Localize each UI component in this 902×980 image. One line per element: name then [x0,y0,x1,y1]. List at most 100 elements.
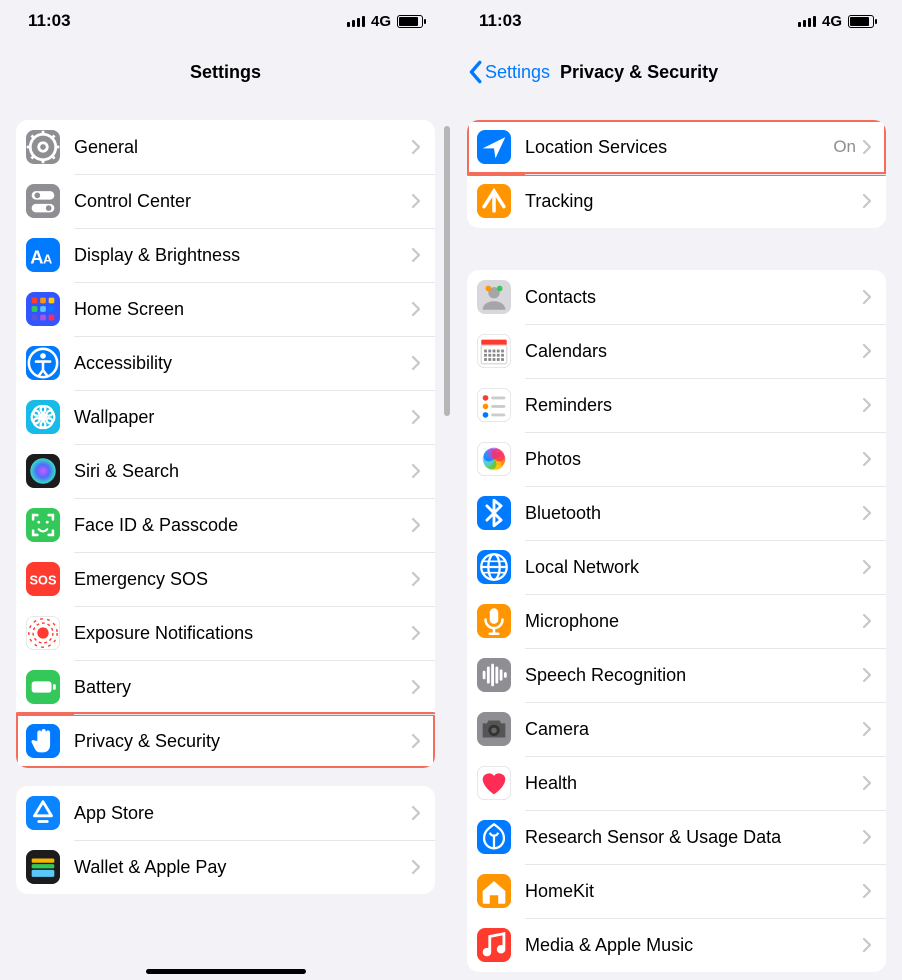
chevron-right-icon [862,193,872,209]
chevron-right-icon [862,829,872,845]
nav-settings: Settings [0,42,451,102]
svg-text:A: A [43,252,52,267]
row-health[interactable]: Health [467,756,886,810]
signal-icon [347,16,365,27]
face-icon [26,508,60,542]
row-accessibility[interactable]: Accessibility [16,336,435,390]
row-privacy-security[interactable]: Privacy & Security [16,714,435,768]
page-title: Privacy & Security [560,62,718,83]
row-app-store[interactable]: App Store [16,786,435,840]
chevron-right-icon [862,613,872,629]
status-bar: 11:03 4G [451,0,902,42]
row-label: Research Sensor & Usage Data [525,827,862,848]
chevron-right-icon [862,937,872,953]
switches-icon [26,184,60,218]
chevron-right-icon [862,397,872,413]
page-title: Settings [190,62,261,83]
row-wallpaper[interactable]: Wallpaper [16,390,435,444]
row-display-brightness[interactable]: AADisplay & Brightness [16,228,435,282]
settings-group-apps: App Store Wallet & Apple Pay [16,786,435,894]
siri-icon [26,454,60,488]
chevron-right-icon [862,343,872,359]
status-time: 11:03 [28,11,71,31]
heart-icon [477,766,511,800]
row-home-screen[interactable]: Home Screen [16,282,435,336]
apps-icon [26,292,60,326]
row-speech-recog[interactable]: Speech Recognition [467,648,886,702]
status-right: 4G [347,13,423,30]
row-contacts[interactable]: Contacts [467,270,886,324]
row-exposure-notif[interactable]: Exposure Notifications [16,606,435,660]
row-photos[interactable]: Photos [467,432,886,486]
row-homekit[interactable]: HomeKit [467,864,886,918]
wallet-icon [26,850,60,884]
chevron-right-icon [862,289,872,305]
row-label: Local Network [525,557,862,578]
row-calendars[interactable]: Calendars [467,324,886,378]
chevron-right-icon [411,571,421,587]
row-camera[interactable]: Camera [467,702,886,756]
battery-icon [848,15,874,28]
contacts-icon [477,280,511,314]
figure-icon [26,346,60,380]
row-battery[interactable]: Battery [16,660,435,714]
nav-privacy: Settings Privacy & Security [451,42,902,102]
row-label: Home Screen [74,299,411,320]
chevron-right-icon [862,883,872,899]
row-label: App Store [74,803,411,824]
chevron-left-icon [467,60,483,84]
privacy-group-data: ContactsCalendarsReminders Photos Bluetoot… [467,270,886,972]
row-label: Siri & Search [74,461,411,482]
aa-icon: AA [26,238,60,272]
row-general[interactable]: General [16,120,435,174]
signal-icon [798,16,816,27]
row-label: Photos [525,449,862,470]
chevron-right-icon [411,679,421,695]
row-siri-search[interactable]: Siri & Search [16,444,435,498]
chevron-right-icon [411,193,421,209]
row-tracking[interactable]: Tracking [467,174,886,228]
network-label: 4G [371,13,391,30]
row-research[interactable]: Research Sensor & Usage Data [467,810,886,864]
row-label: Tracking [525,191,862,212]
row-microphone[interactable]: Microphone [467,594,886,648]
mic-icon [477,604,511,638]
row-emergency-sos[interactable]: SOSEmergency SOS [16,552,435,606]
chevron-right-icon [411,247,421,263]
row-bluetooth[interactable]: Bluetooth [467,486,886,540]
row-local-network[interactable]: Local Network [467,540,886,594]
row-label: Wallet & Apple Pay [74,857,411,878]
back-button[interactable]: Settings [467,60,550,84]
row-control-center[interactable]: Control Center [16,174,435,228]
wave-icon [477,658,511,692]
status-time: 11:03 [479,11,522,31]
home-indicator[interactable] [146,969,306,974]
calendar-icon [477,334,511,368]
privacy-content[interactable]: Location ServicesOn Tracking ContactsCale… [451,102,902,980]
row-label: Speech Recognition [525,665,862,686]
row-label: Camera [525,719,862,740]
chevron-right-icon [411,139,421,155]
row-label: General [74,137,411,158]
settings-content[interactable]: General Control CenterAADisplay & Brightn… [0,102,451,980]
svg-text:SOS: SOS [30,573,57,588]
appstore-icon [26,796,60,830]
back-label: Settings [485,62,550,83]
row-media-music[interactable]: Media & Apple Music [467,918,886,972]
battery-icon [26,670,60,704]
row-label: Wallpaper [74,407,411,428]
flower-icon [26,400,60,434]
photos-icon [477,442,511,476]
reminders-icon [477,388,511,422]
network-label: 4G [822,13,842,30]
scrollbar[interactable] [444,126,450,416]
svg-text:A: A [30,247,43,268]
row-reminders[interactable]: Reminders [467,378,886,432]
status-right: 4G [798,13,874,30]
chevron-right-icon [411,463,421,479]
row-label: Health [525,773,862,794]
chevron-right-icon [411,859,421,875]
row-location-services[interactable]: Location ServicesOn [467,120,886,174]
row-wallet-apple-pay[interactable]: Wallet & Apple Pay [16,840,435,894]
row-faceid-passcode[interactable]: Face ID & Passcode [16,498,435,552]
